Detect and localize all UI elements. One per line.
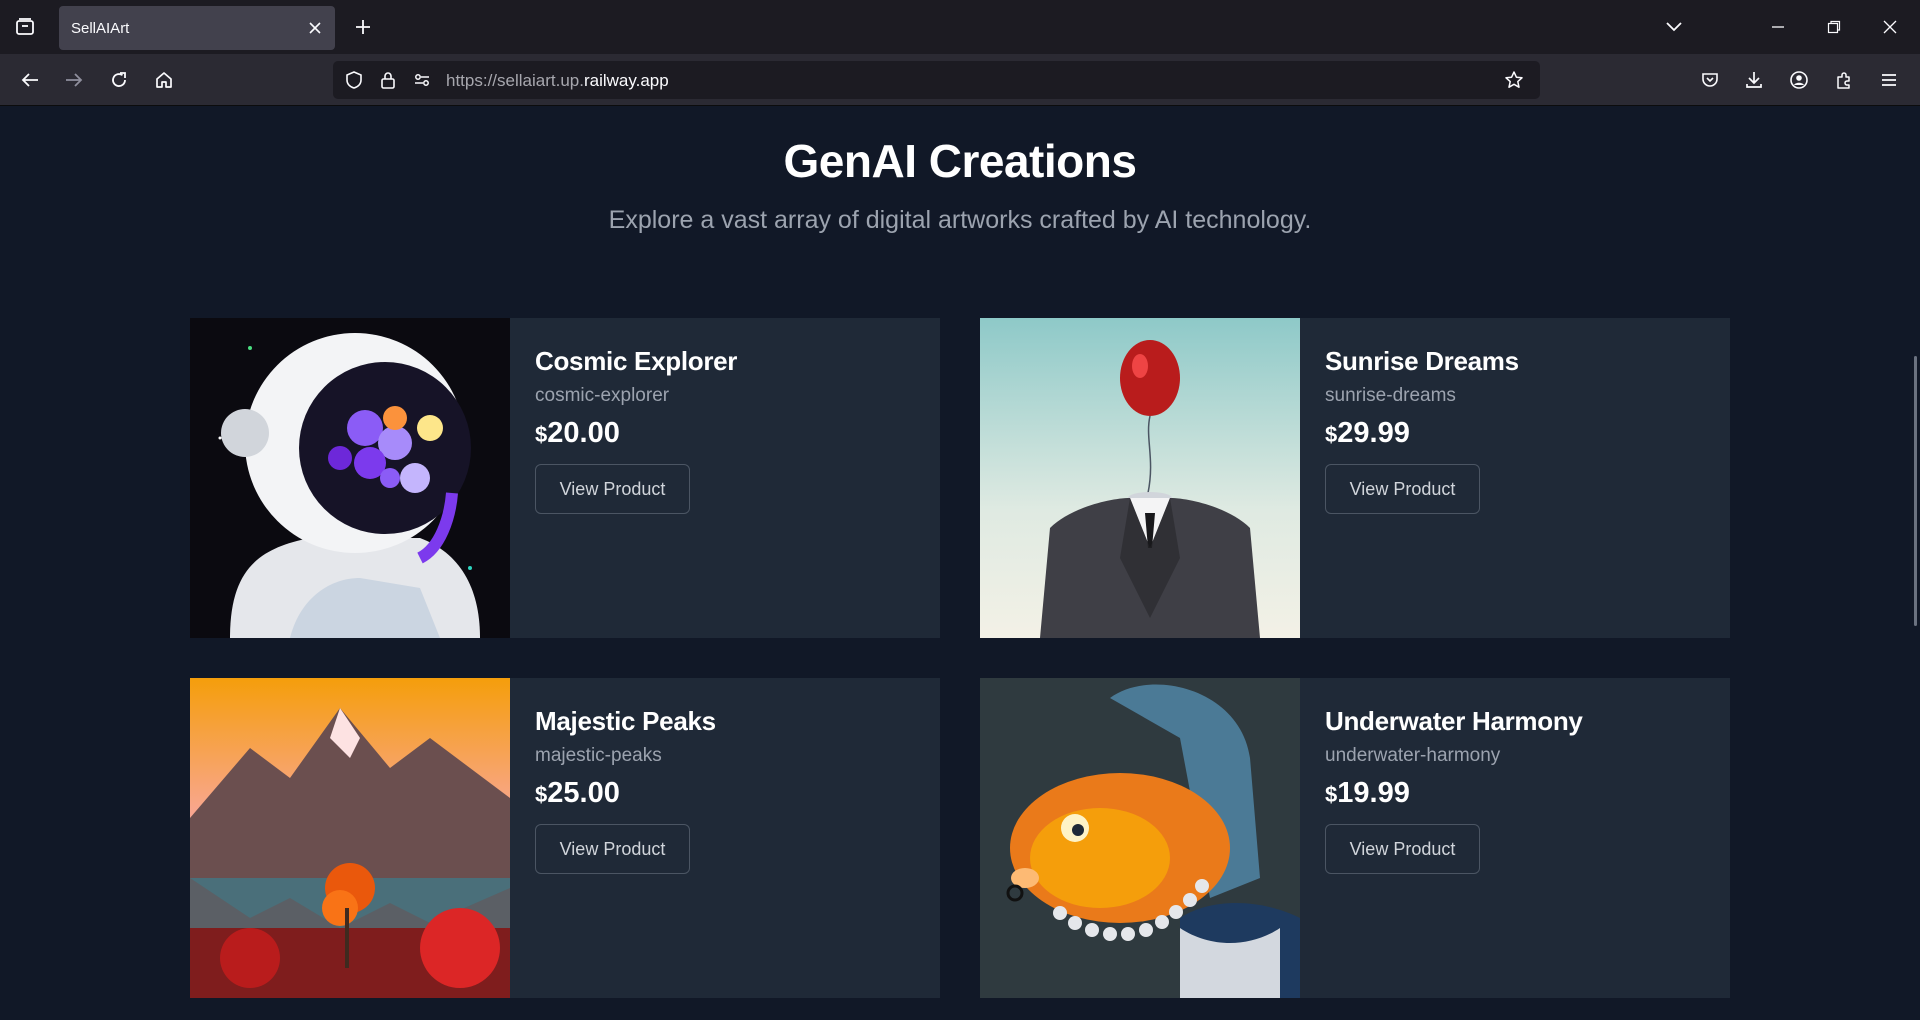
bookmark-star-icon[interactable] xyxy=(1502,68,1526,92)
product-name: Sunrise Dreams xyxy=(1325,346,1519,376)
product-price: $20.00 xyxy=(535,417,737,450)
page-subtitle: Explore a vast array of digital artworks… xyxy=(608,206,1312,234)
product-slug: cosmic-explorer xyxy=(535,385,670,406)
product-slug: underwater-harmony xyxy=(1325,745,1501,766)
list-all-tabs-icon[interactable] xyxy=(1656,10,1692,44)
product-info: Cosmic Explorer cosmic-explorer $20.00 V… xyxy=(535,346,737,514)
page-title: GenAI Creations xyxy=(783,135,1137,187)
product-price: $19.99 xyxy=(1325,777,1583,810)
url-prefix: https://sellaiart.up. xyxy=(446,71,584,90)
view-product-button[interactable]: View Product xyxy=(1325,464,1480,514)
currency-symbol: $ xyxy=(535,422,548,447)
product-info: Underwater Harmony underwater-harmony $1… xyxy=(1325,706,1583,874)
downloads-icon[interactable] xyxy=(1736,62,1772,98)
product-name: Cosmic Explorer xyxy=(535,346,738,376)
close-window-icon[interactable] xyxy=(1872,10,1908,44)
back-icon[interactable] xyxy=(12,62,48,98)
reload-icon[interactable] xyxy=(101,62,137,98)
permissions-icon[interactable] xyxy=(410,68,434,92)
price-amount: 25.00 xyxy=(547,777,620,809)
product-card: Underwater Harmony underwater-harmony $1… xyxy=(980,678,1730,998)
product-card: Majestic Peaks majestic-peaks $25.00 Vie… xyxy=(190,678,940,998)
address-bar[interactable]: https://sellaiart.up.railway.app xyxy=(333,61,1540,99)
product-name: Majestic Peaks xyxy=(535,706,716,736)
mountain-lake-sunset-art[interactable] xyxy=(190,678,510,998)
page-content: GenAI Creations Explore a vast array of … xyxy=(0,106,1920,1020)
product-price: $25.00 xyxy=(535,777,716,810)
tab-list-icon[interactable] xyxy=(8,10,42,44)
product-price: $29.99 xyxy=(1325,417,1519,450)
minimize-icon[interactable] xyxy=(1760,10,1796,44)
price-amount: 20.00 xyxy=(547,417,620,449)
astronaut-with-flowers-art[interactable] xyxy=(190,318,510,638)
product-card: Cosmic Explorer cosmic-explorer $20.00 V… xyxy=(190,318,940,638)
restore-icon[interactable] xyxy=(1816,10,1852,44)
product-slug: sunrise-dreams xyxy=(1325,385,1456,406)
product-card: Sunrise Dreams sunrise-dreams $29.99 Vie… xyxy=(980,318,1730,638)
home-icon[interactable] xyxy=(146,62,182,98)
lock-icon[interactable] xyxy=(376,68,400,92)
scrollbar-thumb[interactable] xyxy=(1914,356,1917,626)
menu-icon[interactable] xyxy=(1871,62,1907,98)
browser-tab[interactable]: SellAIArt xyxy=(59,6,335,50)
close-tab-icon[interactable] xyxy=(303,16,327,40)
currency-symbol: $ xyxy=(535,782,548,807)
url-text[interactable]: https://sellaiart.up.railway.app xyxy=(446,71,669,91)
currency-symbol: $ xyxy=(1325,422,1338,447)
browser-tab-bar: SellAIArt xyxy=(0,0,1920,54)
tab-title: SellAIArt xyxy=(71,19,130,37)
suit-with-red-balloon-art[interactable] xyxy=(980,318,1300,638)
product-info: Sunrise Dreams sunrise-dreams $29.99 Vie… xyxy=(1325,346,1519,514)
view-product-button[interactable]: View Product xyxy=(535,824,690,874)
extensions-icon[interactable] xyxy=(1826,62,1862,98)
currency-symbol: $ xyxy=(1325,782,1338,807)
product-info: Majestic Peaks majestic-peaks $25.00 Vie… xyxy=(535,706,716,874)
tracking-protection-shield-icon[interactable] xyxy=(342,68,366,92)
new-tab-icon[interactable] xyxy=(347,11,379,43)
url-domain: railway.app xyxy=(583,71,669,90)
product-name: Underwater Harmony xyxy=(1325,706,1583,736)
price-amount: 19.99 xyxy=(1337,777,1410,809)
product-slug: majestic-peaks xyxy=(535,745,662,766)
price-amount: 29.99 xyxy=(1337,417,1410,449)
view-product-button[interactable]: View Product xyxy=(535,464,690,514)
view-product-button[interactable]: View Product xyxy=(1325,824,1480,874)
goldfish-portrait-art[interactable] xyxy=(980,678,1300,998)
browser-nav-bar: https://sellaiart.up.railway.app xyxy=(0,54,1920,106)
pocket-icon[interactable] xyxy=(1692,62,1728,98)
account-icon[interactable] xyxy=(1781,62,1817,98)
forward-icon[interactable] xyxy=(56,62,92,98)
